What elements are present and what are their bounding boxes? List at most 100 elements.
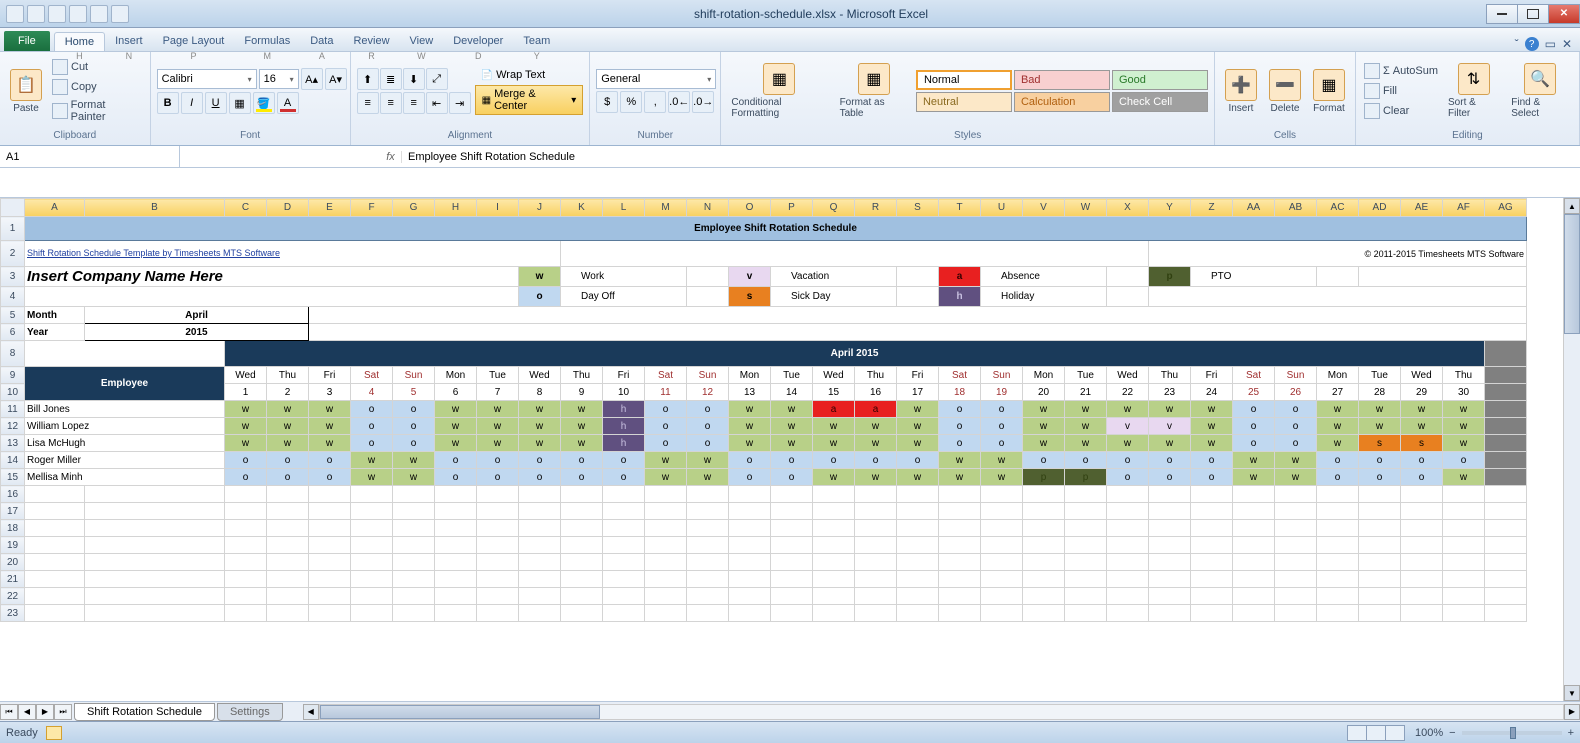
- font-name-combo[interactable]: Calibri: [157, 69, 257, 89]
- empty-cell[interactable]: [813, 520, 855, 537]
- empty-cell[interactable]: [687, 537, 729, 554]
- shift-cell[interactable]: w: [1233, 452, 1275, 469]
- shift-cell[interactable]: o: [393, 401, 435, 418]
- shift-cell[interactable]: w: [1359, 401, 1401, 418]
- shift-cell[interactable]: h: [603, 418, 645, 435]
- shift-cell[interactable]: o: [645, 401, 687, 418]
- daynum-15[interactable]: 15: [813, 384, 855, 401]
- empty-cell[interactable]: [603, 537, 645, 554]
- empty-cell[interactable]: [1107, 588, 1149, 605]
- empty-cell[interactable]: [1065, 520, 1107, 537]
- shift-cell[interactable]: p: [1065, 469, 1107, 486]
- name-box[interactable]: [0, 146, 180, 167]
- empty-cell[interactable]: [981, 486, 1023, 503]
- row-header-20[interactable]: 20: [1, 554, 25, 571]
- empty-cell[interactable]: [85, 554, 225, 571]
- cell[interactable]: [1485, 588, 1527, 605]
- shift-cell[interactable]: w: [1443, 418, 1485, 435]
- empty-cell[interactable]: [519, 588, 561, 605]
- empty-cell[interactable]: [393, 537, 435, 554]
- shift-cell[interactable]: w: [393, 469, 435, 486]
- empty-cell[interactable]: [729, 554, 771, 571]
- dow-3[interactable]: Fri: [309, 367, 351, 384]
- empty-cell[interactable]: [561, 537, 603, 554]
- empty-cell[interactable]: [435, 537, 477, 554]
- align-right-icon[interactable]: ≡: [403, 92, 425, 114]
- dec-decimal-icon[interactable]: .0→: [692, 91, 714, 113]
- daynum-22[interactable]: 22: [1107, 384, 1149, 401]
- empty-cell[interactable]: [1275, 605, 1317, 622]
- end-col[interactable]: [1485, 401, 1527, 418]
- end-col[interactable]: [1485, 435, 1527, 452]
- bold-button[interactable]: B: [157, 92, 179, 114]
- shift-cell[interactable]: o: [477, 452, 519, 469]
- end-col[interactable]: [1485, 469, 1527, 486]
- row-header-19[interactable]: 19: [1, 537, 25, 554]
- empty-cell[interactable]: [687, 520, 729, 537]
- empty-cell[interactable]: [897, 588, 939, 605]
- empty[interactable]: [1149, 287, 1527, 307]
- autosum-button[interactable]: Σ AutoSum: [1362, 62, 1440, 80]
- ribbon-tab-data[interactable]: DataA: [300, 32, 343, 51]
- shift-cell[interactable]: w: [1317, 401, 1359, 418]
- empty-cell[interactable]: [1401, 486, 1443, 503]
- dow-18[interactable]: Sat: [939, 367, 981, 384]
- empty-cell[interactable]: [729, 605, 771, 622]
- shift-cell[interactable]: w: [477, 401, 519, 418]
- wrap-text-button[interactable]: 📄Wrap Text: [475, 67, 584, 83]
- empty-cell[interactable]: [477, 537, 519, 554]
- empty-cell[interactable]: [351, 605, 393, 622]
- empty-cell[interactable]: [25, 537, 85, 554]
- row-header-15[interactable]: 15: [1, 469, 25, 486]
- empty-cell[interactable]: [1065, 503, 1107, 520]
- empty-cell[interactable]: [1233, 571, 1275, 588]
- row-header-21[interactable]: 21: [1, 571, 25, 588]
- format-painter-button[interactable]: Format Painter: [50, 98, 144, 124]
- copyright[interactable]: © 2011-2015 Timesheets MTS Software: [1149, 241, 1527, 267]
- empty-cell[interactable]: [393, 520, 435, 537]
- empty-cell[interactable]: [1443, 503, 1485, 520]
- shift-cell[interactable]: w: [1275, 469, 1317, 486]
- shift-cell[interactable]: o: [1359, 469, 1401, 486]
- empty-cell[interactable]: [1065, 554, 1107, 571]
- month-label[interactable]: Month: [25, 307, 85, 324]
- empty-cell[interactable]: [25, 554, 85, 571]
- empty-cell[interactable]: [1065, 571, 1107, 588]
- company-name[interactable]: Insert Company Name Here: [25, 267, 519, 287]
- empty-cell[interactable]: [519, 503, 561, 520]
- empty-cell[interactable]: [351, 588, 393, 605]
- empty-cell[interactable]: [855, 537, 897, 554]
- empty-cell[interactable]: [1191, 503, 1233, 520]
- empty-cell[interactable]: [729, 486, 771, 503]
- empty-cell[interactable]: [1443, 537, 1485, 554]
- empty-cell[interactable]: [855, 571, 897, 588]
- spacer[interactable]: [687, 287, 729, 307]
- empty-cell[interactable]: [1107, 605, 1149, 622]
- shift-cell[interactable]: w: [981, 452, 1023, 469]
- style-good[interactable]: Good: [1112, 70, 1208, 90]
- col-header-AB[interactable]: AB: [1275, 199, 1317, 217]
- empty-cell[interactable]: [1191, 520, 1233, 537]
- empty-cell[interactable]: [85, 588, 225, 605]
- shift-cell[interactable]: w: [1191, 418, 1233, 435]
- empty-cell[interactable]: [1359, 571, 1401, 588]
- zoom-level[interactable]: 100%: [1415, 727, 1443, 739]
- ribbon-tab-view[interactable]: ViewW: [400, 32, 444, 51]
- col-header-D[interactable]: D: [267, 199, 309, 217]
- empty-cell[interactable]: [603, 503, 645, 520]
- worksheet-area[interactable]: ABCDEFGHIJKLMNOPQRSTUVWXYZAAABACADAEAFAG…: [0, 198, 1580, 701]
- empty-cell[interactable]: [1107, 554, 1149, 571]
- shift-cell[interactable]: w: [729, 435, 771, 452]
- zoom-out-icon[interactable]: −: [1449, 727, 1455, 739]
- empty-cell[interactable]: [1191, 571, 1233, 588]
- shift-cell[interactable]: w: [351, 452, 393, 469]
- empty-cell[interactable]: [351, 503, 393, 520]
- shift-cell[interactable]: w: [309, 401, 351, 418]
- daynum-21[interactable]: 21: [1065, 384, 1107, 401]
- col-header-Q[interactable]: Q: [813, 199, 855, 217]
- shift-cell[interactable]: w: [1317, 435, 1359, 452]
- dow-5[interactable]: Sun: [393, 367, 435, 384]
- shift-cell[interactable]: w: [813, 469, 855, 486]
- empty-cell[interactable]: [1359, 503, 1401, 520]
- empty-cell[interactable]: [85, 503, 225, 520]
